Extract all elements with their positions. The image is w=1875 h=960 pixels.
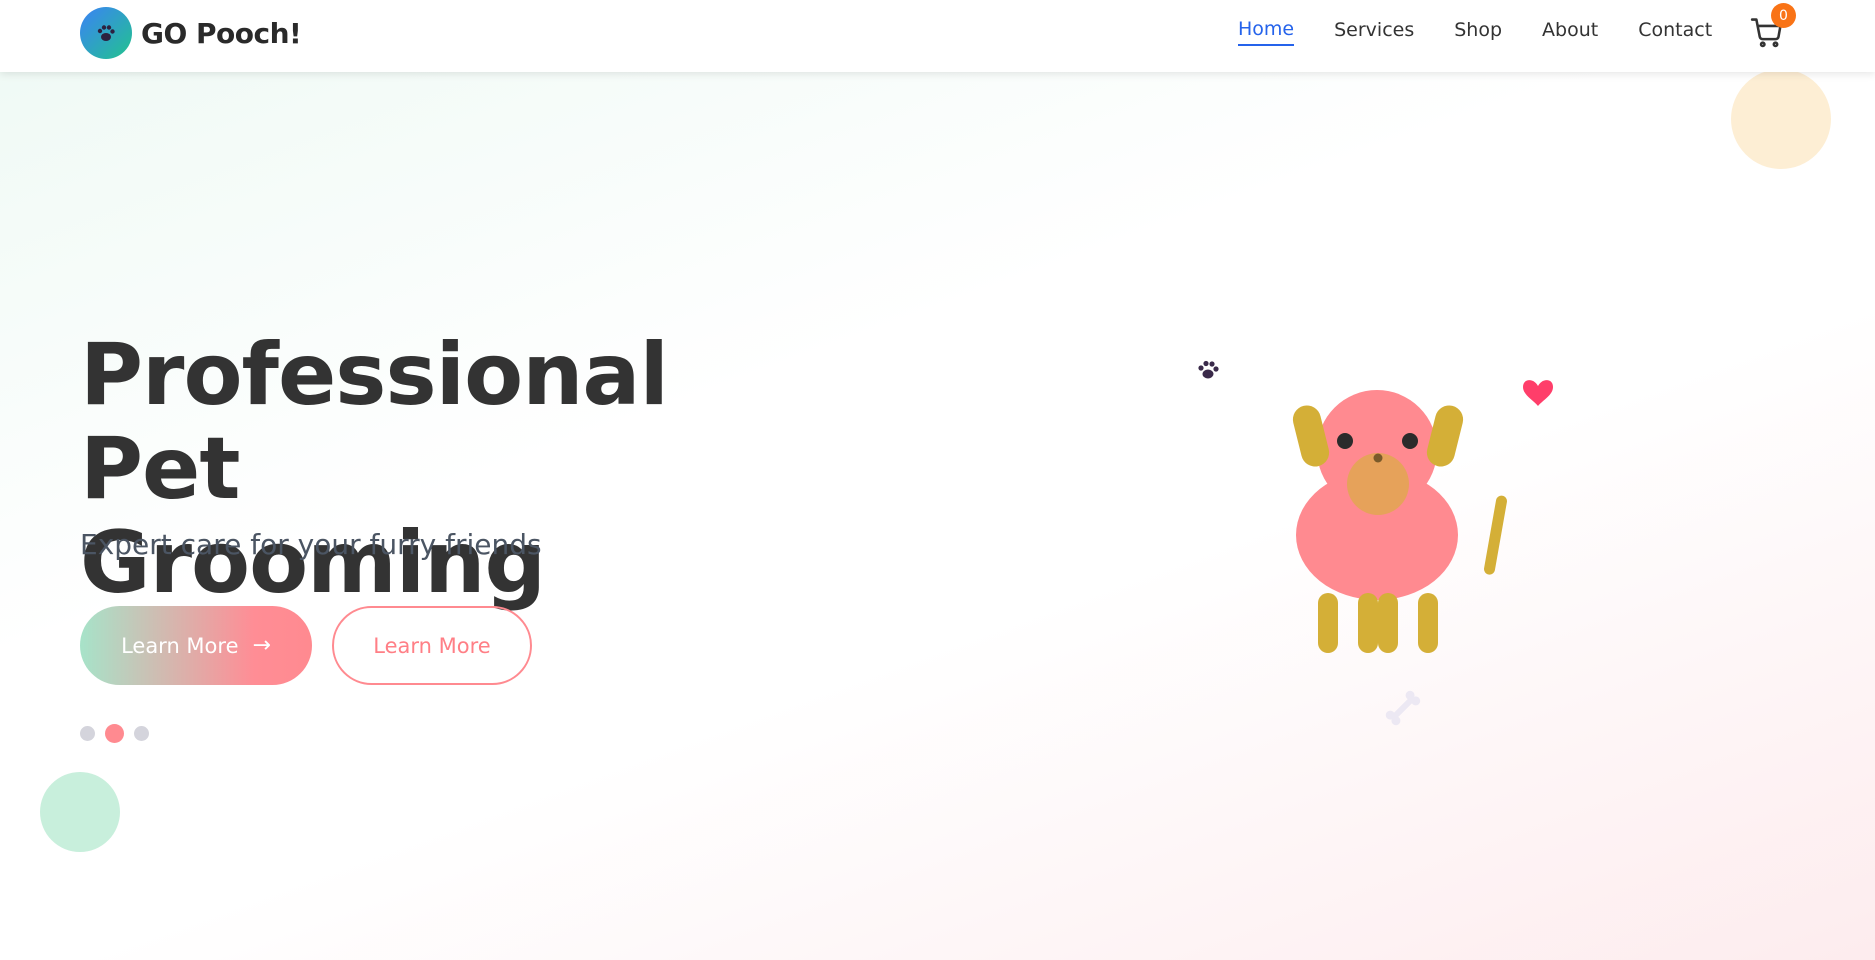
nav-about[interactable]: About <box>1542 19 1598 45</box>
decorative-yellow-circle <box>1731 69 1831 169</box>
dog-leg <box>1318 593 1338 653</box>
paw-print-icon <box>1198 360 1219 379</box>
learn-more-primary-button[interactable]: Learn More → <box>80 606 312 685</box>
slide-dot-2[interactable] <box>105 724 124 743</box>
bone-icon <box>1385 690 1421 726</box>
dog-leg <box>1378 593 1398 653</box>
hero-title: Professional Pet Grooming <box>80 328 840 610</box>
dog-eye <box>1337 433 1353 449</box>
main-nav: Home Services Shop About Contact <box>1238 18 1752 46</box>
slide-indicators <box>80 724 159 743</box>
nav-services[interactable]: Services <box>1334 19 1414 45</box>
dog-illustration <box>1198 360 1553 726</box>
brand-name: GO Pooch! <box>141 16 302 50</box>
learn-more-secondary-button[interactable]: Learn More <box>332 606 532 685</box>
brand-logo[interactable]: GO Pooch! <box>80 7 302 59</box>
slide-dot-3[interactable] <box>134 726 149 741</box>
dog-leg <box>1358 593 1378 653</box>
dog-eye <box>1402 433 1418 449</box>
hero-subtitle: Expert care for your furry friends <box>80 528 542 561</box>
slide-dot-1[interactable] <box>80 726 95 741</box>
learn-more-primary-label: Learn More <box>121 633 239 658</box>
dog-nose <box>1373 453 1383 463</box>
decorative-green-circle <box>40 772 120 852</box>
site-header: GO Pooch! Home Services Shop About Conta… <box>0 0 1875 72</box>
arrow-right-icon: → <box>252 633 271 658</box>
dog-tail <box>1484 495 1507 575</box>
nav-home[interactable]: Home <box>1238 18 1295 46</box>
dog-leg <box>1418 593 1438 653</box>
nav-shop[interactable]: Shop <box>1454 19 1502 45</box>
cart-count-badge: 0 <box>1771 3 1796 28</box>
hero-title-line-1: Professional Pet <box>80 325 669 519</box>
nav-contact[interactable]: Contact <box>1638 19 1712 45</box>
learn-more-secondary-label: Learn More <box>373 633 491 658</box>
heart-icon <box>1523 380 1553 406</box>
paw-icon <box>80 7 132 59</box>
